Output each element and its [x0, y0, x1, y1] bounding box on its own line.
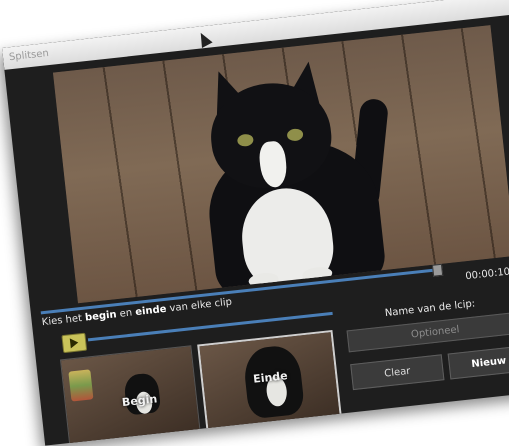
hint-end: einde [134, 303, 168, 319]
clip-name-label: Name van de lcip: [384, 298, 476, 320]
new-button[interactable]: Nieuw [447, 345, 509, 380]
toy-object [68, 369, 94, 402]
play-icon [69, 337, 79, 349]
hint-begin: begin [84, 309, 118, 324]
clear-button[interactable]: Clear [350, 354, 445, 391]
video-preview[interactable] [52, 25, 509, 304]
hint-prefix: Kies het [41, 312, 86, 329]
hint-middle: en [116, 307, 136, 321]
clip-name-input[interactable] [346, 311, 509, 353]
app-window: Splitsen Kies het begin en einde van elk… [2, 0, 509, 446]
play-button[interactable] [61, 332, 88, 354]
time-display: 00:00:10:21 [464, 264, 509, 283]
seek-thumb[interactable] [431, 263, 444, 277]
begin-thumbnail[interactable]: Begin [59, 345, 201, 446]
end-thumbnail[interactable]: Einde [197, 329, 342, 433]
